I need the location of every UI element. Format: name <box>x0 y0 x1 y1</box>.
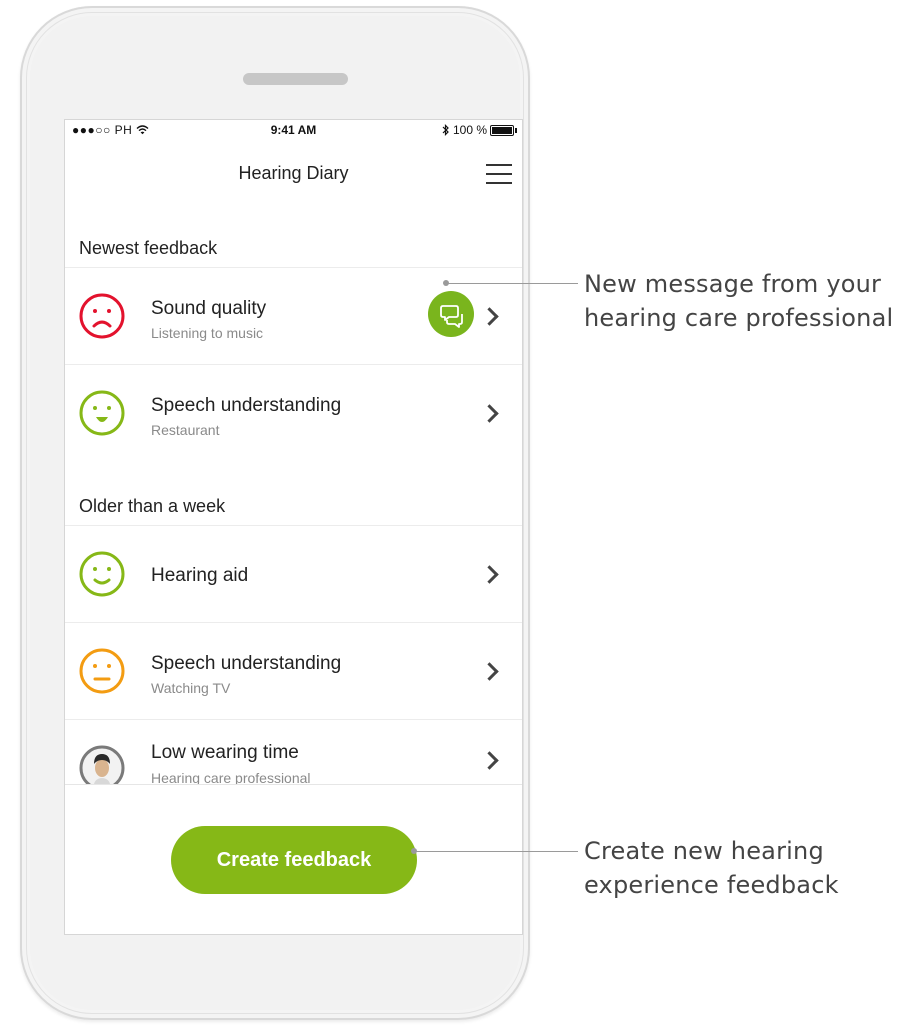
section-header-older: Older than a week <box>79 496 226 516</box>
callout-line-2: experience feedback <box>584 871 839 899</box>
sad-face-icon <box>79 293 125 339</box>
hamburger-icon-line <box>486 182 512 184</box>
divider <box>65 364 522 365</box>
item-subtitle: Restaurant <box>151 422 220 438</box>
app-screen: ●●●○○ PH 9:41 AM 100 % Hearing Diary New… <box>64 119 523 935</box>
callout-line <box>414 851 578 852</box>
chevron-right-icon <box>480 404 499 423</box>
create-feedback-button[interactable]: Create feedback <box>171 826 417 894</box>
item-title: Sound quality <box>151 298 267 319</box>
battery-icon <box>490 124 517 136</box>
chat-bubble-icon <box>440 305 463 328</box>
item-subtitle: Watching TV <box>151 680 231 696</box>
feedback-item-wearing-time[interactable]: Low wearing time Hearing care profession… <box>65 720 522 816</box>
item-title: Low wearing time <box>151 742 299 763</box>
callout-line-1: New message from your <box>584 270 882 298</box>
status-bar: ●●●○○ PH 9:41 AM 100 % <box>65 120 522 140</box>
item-title: Speech understanding <box>151 653 342 674</box>
bottom-action-area: Create feedback <box>65 784 522 934</box>
chevron-right-icon <box>480 662 499 681</box>
section-header-newest: Newest feedback <box>79 238 218 258</box>
item-title: Speech understanding <box>151 395 342 416</box>
item-subtitle: Listening to music <box>151 325 264 341</box>
menu-button[interactable] <box>482 162 514 186</box>
hamburger-icon-line <box>486 173 512 175</box>
hamburger-icon-line <box>486 164 512 166</box>
callout-line <box>446 283 578 284</box>
status-right: 100 % <box>442 123 517 137</box>
callout-line-2: hearing care professional <box>584 304 894 332</box>
carrier-signal: ●●●○○ PH <box>72 123 149 137</box>
feedback-item-speech-tv[interactable]: Speech understanding Watching TV <box>65 623 522 719</box>
feedback-item-hearing-aid[interactable]: Hearing aid <box>65 526 522 622</box>
happy-face-icon <box>79 390 125 436</box>
callout-create-feedback: Create new hearing experience feedback <box>584 834 839 902</box>
divider <box>65 719 522 720</box>
chevron-right-icon <box>480 307 499 326</box>
chevron-right-icon <box>480 565 499 584</box>
divider <box>65 267 522 268</box>
status-time: 9:41 AM <box>270 123 317 137</box>
carrier-label: ●●●○○ PH <box>72 123 133 137</box>
item-subtitle: Hearing care professional <box>151 770 311 786</box>
phone-speaker <box>243 73 348 85</box>
page-title: Hearing Diary <box>238 163 349 183</box>
callout-new-message: New message from your hearing care profe… <box>584 267 893 335</box>
phone-frame: ●●●○○ PH 9:41 AM 100 % Hearing Diary New… <box>20 6 530 1020</box>
feedback-item-speech-restaurant[interactable]: Speech understanding Restaurant <box>65 365 522 461</box>
item-title: Hearing aid <box>151 565 249 586</box>
battery-percentage: 100 % <box>452 123 487 137</box>
new-message-badge[interactable] <box>428 291 474 337</box>
callout-line-1: Create new hearing <box>584 837 824 865</box>
divider <box>65 622 522 623</box>
professional-avatar-icon <box>79 745 125 791</box>
divider <box>65 525 522 526</box>
bluetooth-icon <box>442 124 449 136</box>
wifi-icon <box>136 125 149 135</box>
smile-face-icon <box>79 551 125 597</box>
neutral-face-icon <box>79 648 125 694</box>
chevron-right-icon <box>480 751 499 770</box>
